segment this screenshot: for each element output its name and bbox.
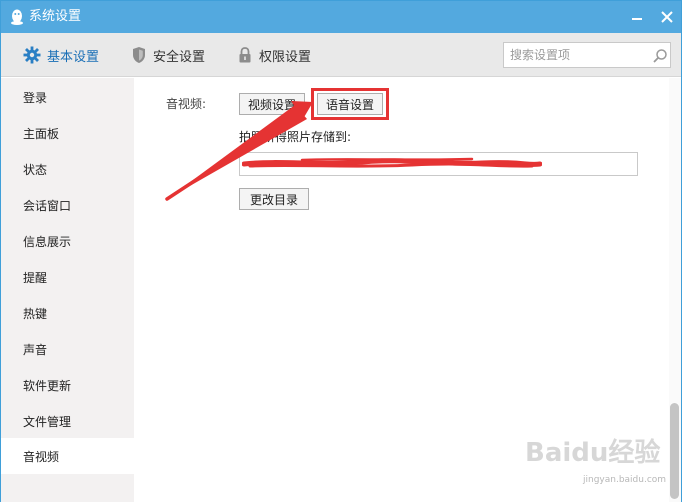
settings-window: 系统设置 基本设置 安全设置 权限设置 搜索设置项 登录 主面板 状态 会话窗口…	[0, 0, 682, 502]
shield-icon	[133, 47, 145, 63]
search-box[interactable]	[503, 42, 671, 68]
sidebar-item-software-update[interactable]: 软件更新	[1, 367, 134, 403]
sidebar-item-main-panel[interactable]: 主面板	[1, 115, 134, 151]
title-bar[interactable]: 系统设置	[1, 1, 681, 33]
photo-save-path-field[interactable]	[239, 152, 638, 176]
sidebar-item-reminders[interactable]: 提醒	[1, 259, 134, 295]
sidebar-item-login[interactable]: 登录	[1, 79, 134, 115]
tab-security-settings[interactable]: 安全设置	[131, 45, 205, 65]
minimize-icon[interactable]	[627, 7, 647, 27]
settings-tab-bar: 基本设置 安全设置 权限设置	[1, 33, 681, 77]
search-icon[interactable]	[652, 48, 668, 64]
watermark-text: Baidu经验	[525, 437, 660, 468]
audio-video-section-label: 音视频:	[166, 97, 207, 111]
lock-icon	[239, 47, 251, 63]
sidebar-item-file-management[interactable]: 文件管理	[1, 403, 134, 439]
voice-settings-button[interactable]: 语音设置	[317, 93, 383, 115]
baidu-watermark-logo: Baidu经验	[525, 437, 660, 468]
tab-label: 权限设置	[259, 49, 312, 65]
tab-label: 基本设置	[47, 49, 100, 65]
photo-save-label: 拍照所得照片存储到:	[239, 130, 352, 144]
change-directory-button[interactable]: 更改目录	[239, 188, 309, 210]
sidebar-item-audio-video[interactable]: 音视频	[1, 438, 134, 474]
close-icon[interactable]	[657, 7, 677, 27]
sidebar-item-chat-window[interactable]: 会话窗口	[1, 187, 134, 223]
gear-icon	[23, 46, 41, 64]
tab-permission-settings[interactable]: 权限设置	[237, 45, 311, 65]
settings-sidebar: 登录 主面板 状态 会话窗口 信息展示 提醒 热键 声音 软件更新 文件管理 音…	[1, 78, 134, 502]
window-title: 系统设置	[29, 9, 82, 24]
sidebar-item-status[interactable]: 状态	[1, 151, 134, 187]
watermark-subtext: jingyan.baidu.com	[583, 475, 667, 485]
tab-basic-settings[interactable]: 基本设置	[23, 45, 99, 65]
sidebar-item-info-display[interactable]: 信息展示	[1, 223, 134, 259]
tab-label: 安全设置	[153, 49, 206, 65]
video-settings-button[interactable]: 视频设置	[239, 93, 305, 115]
sidebar-item-hotkeys[interactable]: 热键	[1, 295, 134, 331]
search-input[interactable]	[510, 46, 646, 64]
sidebar-item-sound[interactable]: 声音	[1, 331, 134, 367]
penguin-icon	[11, 9, 23, 25]
